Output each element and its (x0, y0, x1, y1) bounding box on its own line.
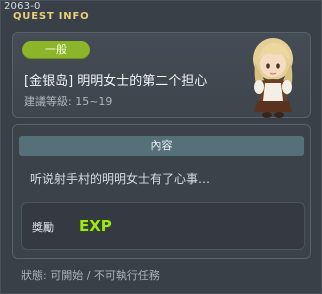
window-title: QUEST INFO (13, 11, 90, 22)
category-badge: 一般 (22, 41, 90, 59)
quest-info-window: 2063-0 QUEST INFO 一般 [金银岛] 明明女士的第二个担心 建議… (0, 0, 322, 294)
reward-box: 獎勵 EXP (21, 202, 305, 250)
exp-icon-text: EXP (79, 217, 112, 235)
quest-title: [金银岛] 明明女士的第二个担心 (24, 74, 208, 89)
recommended-level: 建議等級: 15~19 (24, 95, 113, 108)
npc-portrait-icon (253, 38, 293, 118)
exp-icon: EXP (78, 216, 112, 235)
quest-content-panel: 內容 听说射手村的明明女士有了心事… 獎勵 EXP (12, 124, 311, 259)
quest-status: 狀態: 可開始 / 不可執行任務 (21, 269, 160, 282)
content-section-header: 內容 (19, 136, 304, 156)
quest-description: 听说射手村的明明女士有了心事… (30, 172, 211, 186)
reward-label: 獎勵 (32, 221, 54, 234)
